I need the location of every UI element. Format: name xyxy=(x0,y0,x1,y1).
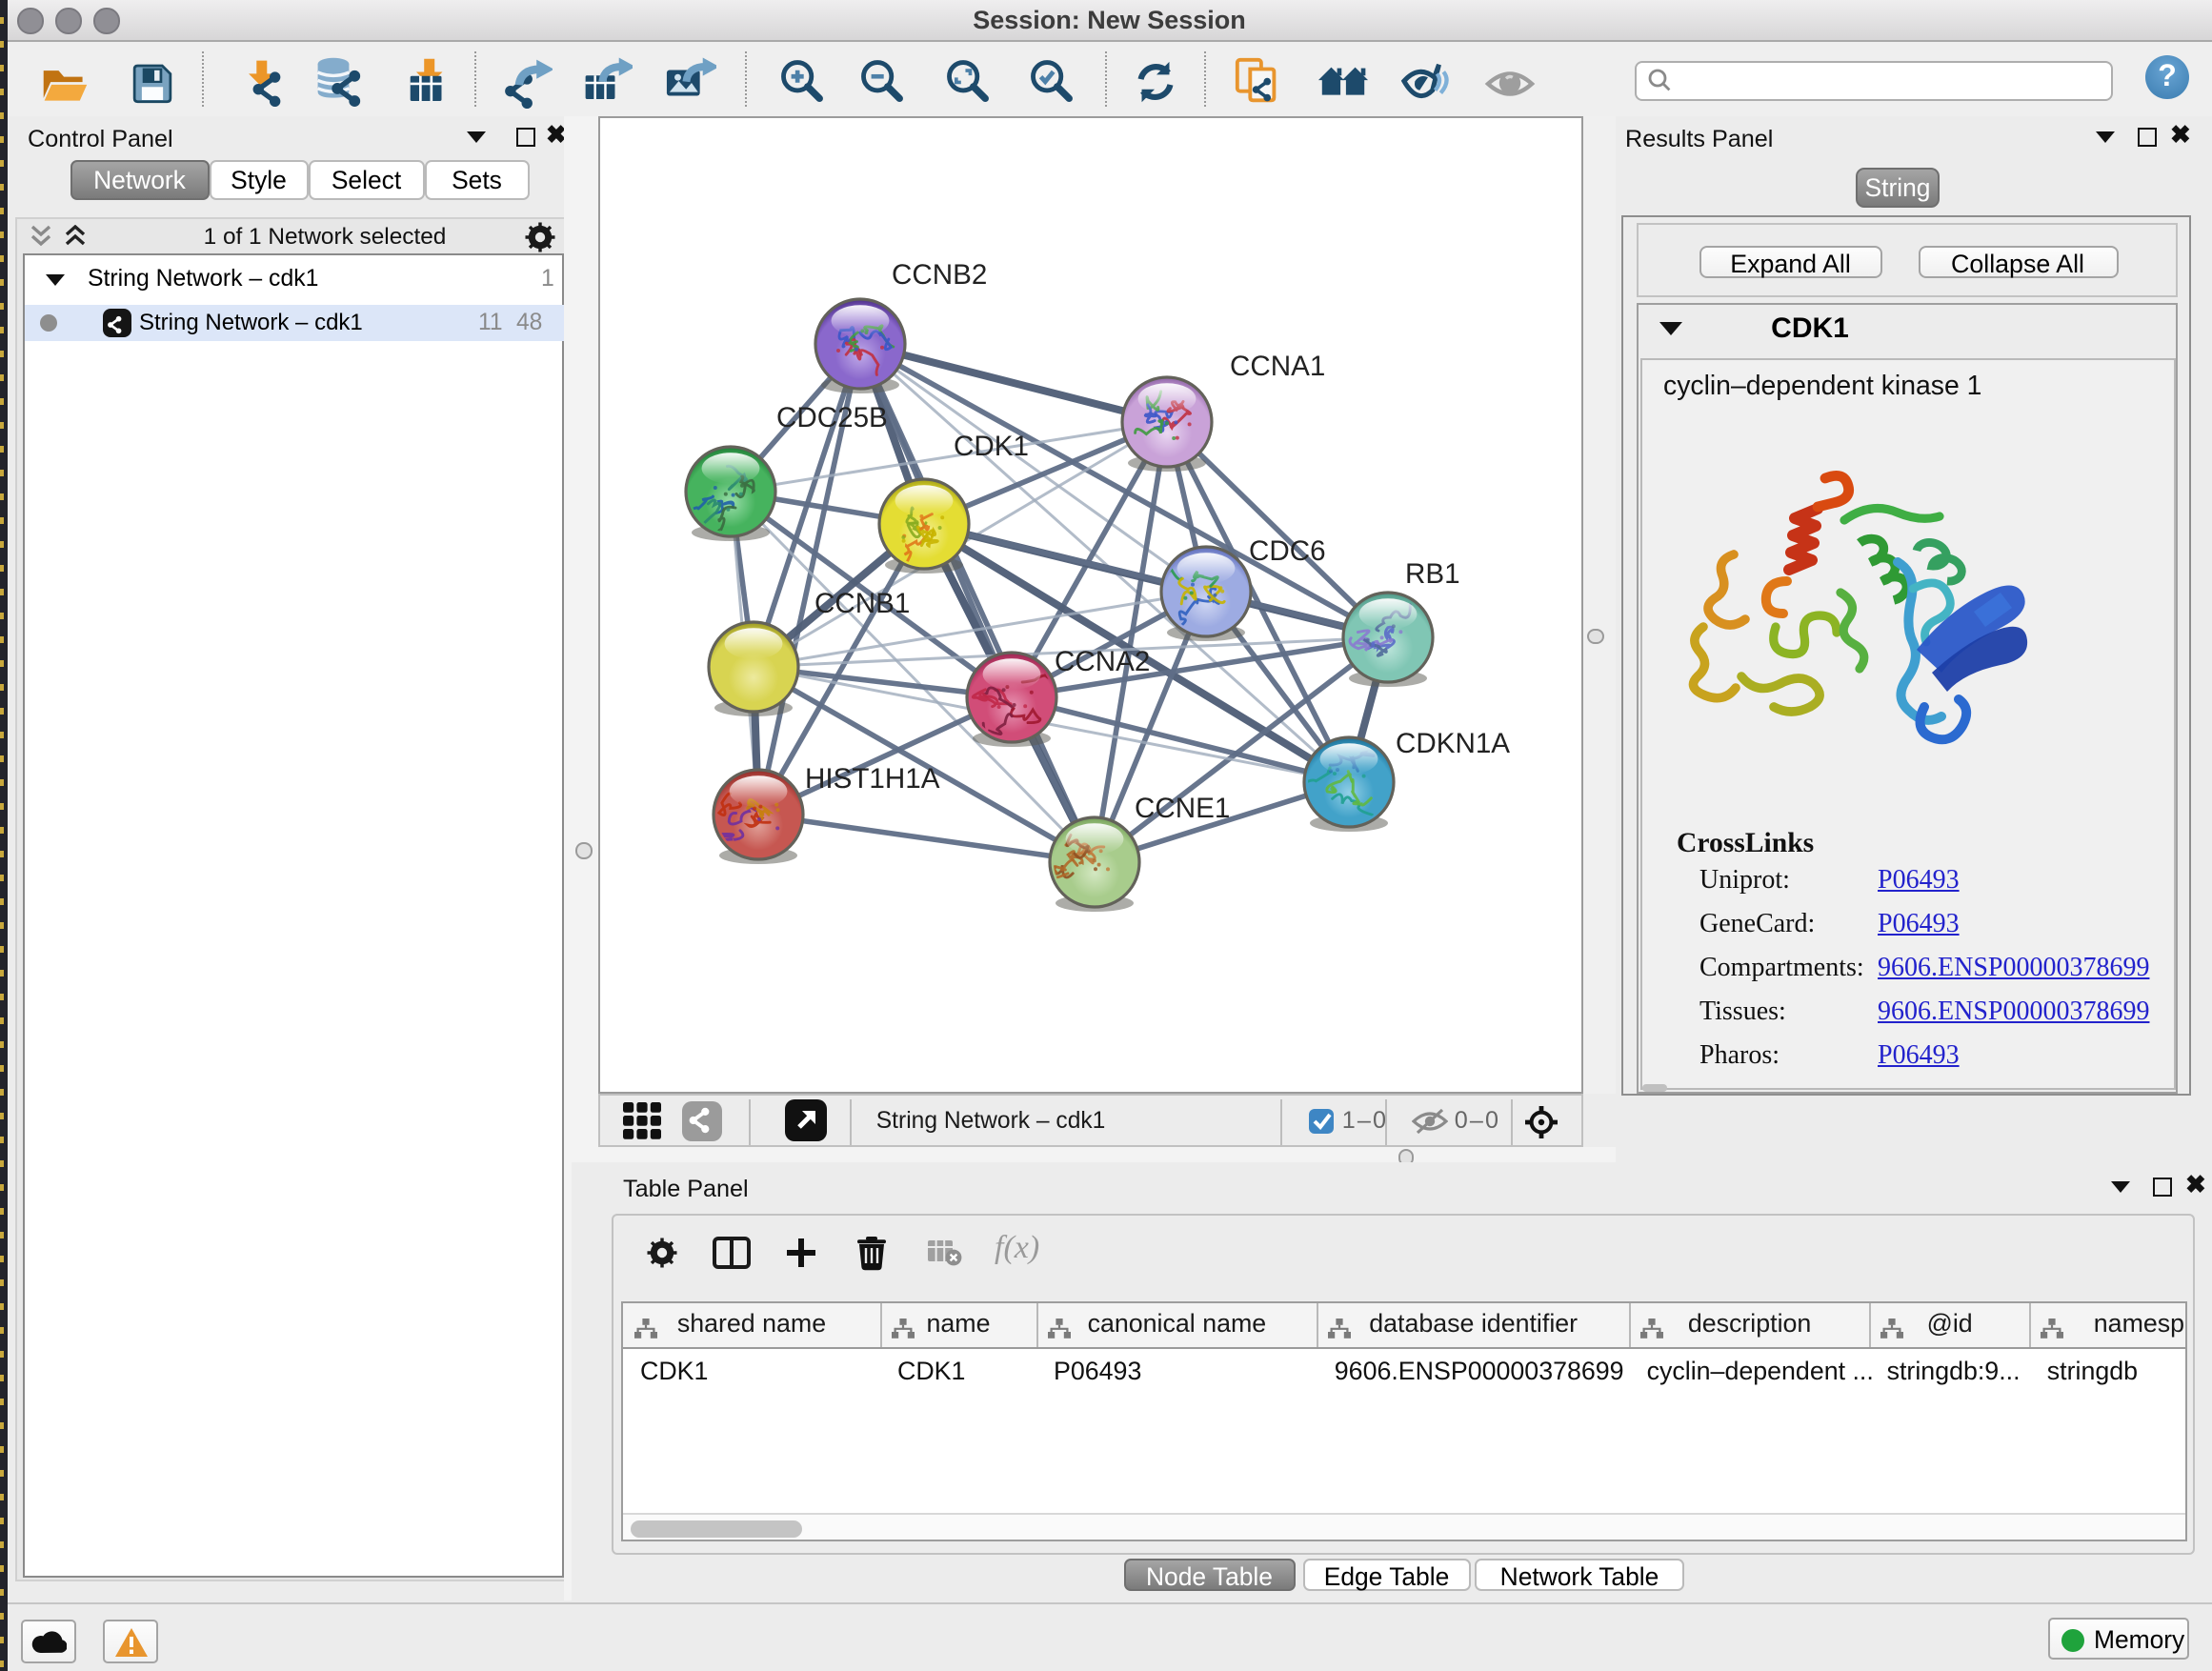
svg-text:CCNE1: CCNE1 xyxy=(1136,794,1231,825)
svg-text:HIST1H1A: HIST1H1A xyxy=(806,764,941,795)
svg-text:CCNB2: CCNB2 xyxy=(893,260,988,292)
svg-text:CCNB1: CCNB1 xyxy=(815,589,911,620)
svg-text:CCNA1: CCNA1 xyxy=(1231,352,1326,383)
svg-text:CCNA2: CCNA2 xyxy=(1056,647,1151,678)
svg-text:RB1: RB1 xyxy=(1406,559,1461,591)
svg-text:CDC6: CDC6 xyxy=(1250,536,1327,568)
svg-text:CDC25B: CDC25B xyxy=(777,403,889,434)
svg-text:CDKN1A: CDKN1A xyxy=(1397,729,1511,760)
svg-text:CDK1: CDK1 xyxy=(955,432,1030,463)
